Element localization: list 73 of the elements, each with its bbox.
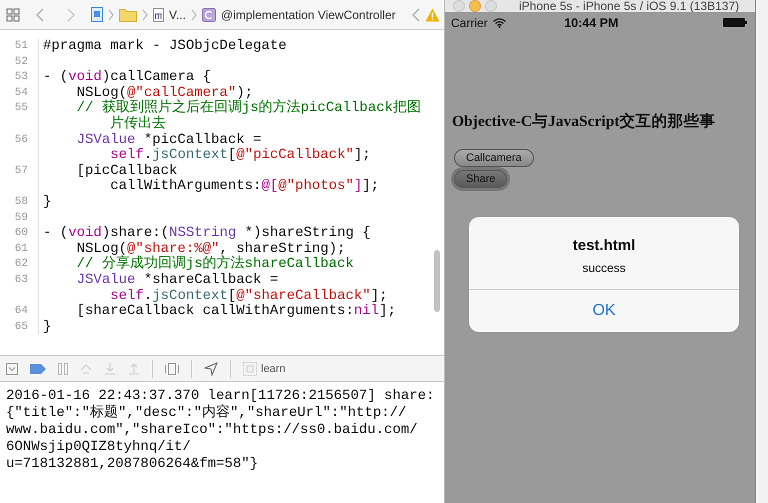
line-number: 64 xyxy=(0,304,39,320)
step-in-icon[interactable] xyxy=(104,362,116,374)
back-icon[interactable] xyxy=(412,8,420,22)
folder-icon[interactable] xyxy=(119,8,137,22)
console-line: 2016-01-16 22:43:37.370 learn[11726:2156507] share: xyxy=(6,388,436,404)
line-number: 65 xyxy=(0,320,39,336)
project-icon[interactable] xyxy=(91,7,103,22)
web-button[interactable]: Callcamera xyxy=(454,149,534,167)
breakpoint-icon[interactable] xyxy=(30,364,46,374)
line-number: 60 xyxy=(0,226,39,242)
hide-panel-icon[interactable] xyxy=(6,362,18,374)
code-line: self.jsContext[@"shareCallback"]; xyxy=(109,288,388,304)
line-number: 56 xyxy=(0,132,39,148)
console-line: {"title":"标题","desc":"内容","shareUrl":"http:// xyxy=(6,405,408,422)
grid-icon[interactable] xyxy=(6,8,20,22)
code-line: // 获取到照片之后在回调js的方法picCallback把图 xyxy=(76,101,422,116)
code-line: JSValue *shareCallback = xyxy=(76,272,278,288)
close-light[interactable] xyxy=(453,0,465,12)
chevron-icon xyxy=(190,8,197,20)
frame-icon[interactable] xyxy=(243,362,257,376)
code-line: callWithArguments:@[@"photos"]]; xyxy=(109,179,380,195)
chevron-icon xyxy=(108,8,114,20)
view-hierarchy-icon[interactable] xyxy=(165,362,179,374)
step-over-icon[interactable] xyxy=(80,362,92,374)
zoom-light[interactable] xyxy=(485,0,497,12)
line-number: 57 xyxy=(0,164,39,180)
code-line: self.jsContext[@"picCallback"]; xyxy=(109,148,371,164)
console-line: www.baidu.com","shareIco":"https://ss0.baidu.com/ xyxy=(6,422,419,439)
code-line: - (void)callCamera { xyxy=(43,70,212,86)
carrier-label: Carrier xyxy=(451,16,488,30)
line-number: 59 xyxy=(0,210,39,226)
line-number: 51 xyxy=(0,39,39,55)
back-icon[interactable] xyxy=(36,8,44,22)
code-line: #pragma mark - JSObjcDelegate xyxy=(43,39,287,55)
file-breadcrumb[interactable]: V... xyxy=(169,8,186,22)
line-number: 62 xyxy=(0,257,39,273)
code-line: [picCallback xyxy=(76,164,178,179)
console-line: u=718132881,2087806264&fm=58"} xyxy=(6,456,260,473)
code-line: } xyxy=(43,320,52,336)
code-line: } xyxy=(43,194,52,211)
location-icon[interactable] xyxy=(204,362,218,376)
line-number: 54 xyxy=(0,86,39,102)
class-icon[interactable] xyxy=(202,8,216,22)
web-button[interactable]: Share xyxy=(454,170,508,188)
minimize-light[interactable] xyxy=(469,0,481,12)
target-label: learn xyxy=(261,362,286,374)
forward-icon[interactable] xyxy=(67,8,75,22)
line-number: 63 xyxy=(0,272,39,288)
pause-icon[interactable] xyxy=(58,362,68,374)
symbol-breadcrumb[interactable]: @implementation ViewController xyxy=(220,8,396,22)
ok-button[interactable]: OK xyxy=(469,289,739,332)
wifi-icon xyxy=(492,18,506,28)
status-time: 10:44 PM xyxy=(563,16,620,30)
code-line: 片传出去 xyxy=(109,116,166,132)
alert-title: test.html xyxy=(572,237,636,254)
line-number: 53 xyxy=(0,70,39,86)
page-heading: Objective-C与JavaScript交互的那些事 xyxy=(452,112,717,132)
console-line: 6ONWsjip0QIZ8tyhnq/it/ xyxy=(6,439,192,456)
line-number: 58 xyxy=(0,194,39,211)
scrollbar[interactable] xyxy=(434,250,440,312)
line-number: 52 xyxy=(0,54,39,70)
file-icon[interactable] xyxy=(153,8,164,22)
code-line: JSValue *picCallback = xyxy=(76,132,262,148)
warning-icon[interactable] xyxy=(424,8,440,22)
code-line: [shareCallback callWithArguments:nil]; xyxy=(76,304,396,320)
chevron-icon xyxy=(142,8,148,20)
battery-icon xyxy=(723,18,747,27)
code-line: // 分享成功回调js的方法shareCallback xyxy=(76,257,354,272)
line-number: 61 xyxy=(0,242,39,258)
step-out-icon[interactable] xyxy=(128,362,140,374)
code-line: - (void)share:(NSString *)shareString { xyxy=(43,226,371,242)
line-number: 55 xyxy=(0,101,39,117)
alert-message: success xyxy=(582,261,626,275)
